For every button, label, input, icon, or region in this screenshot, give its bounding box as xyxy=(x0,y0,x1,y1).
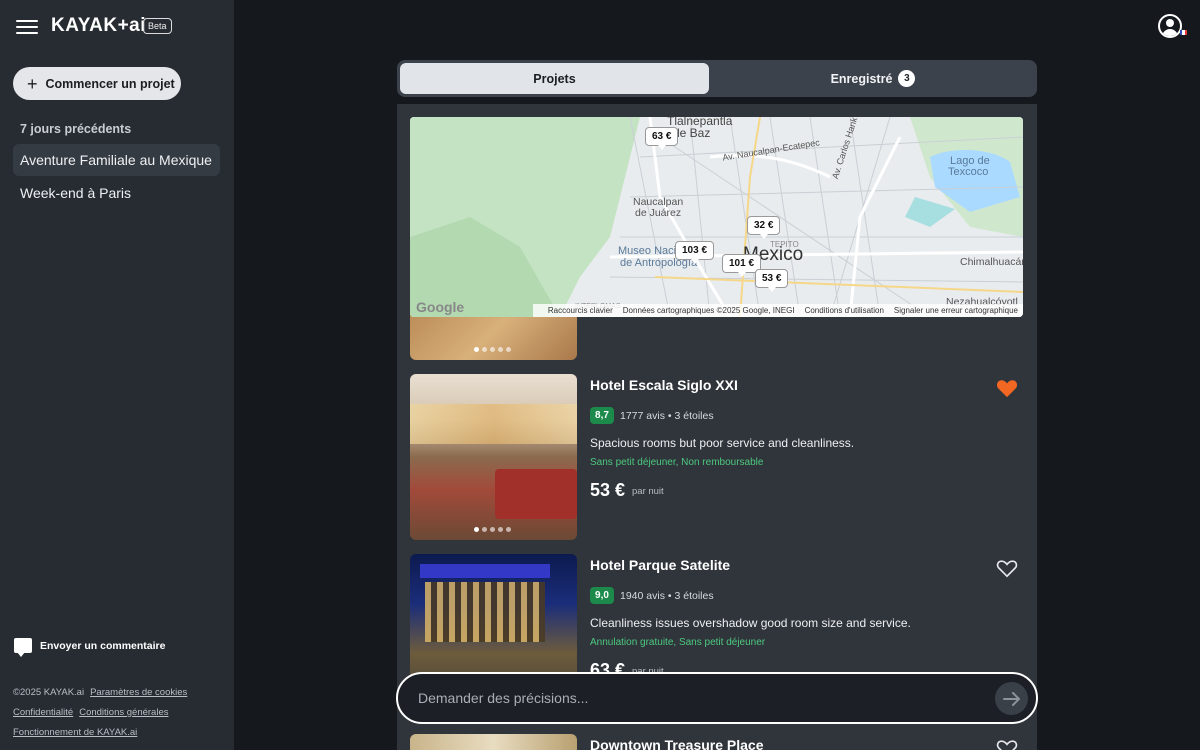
hotel-policy: Annulation gratuite, Sans petit déjeuner xyxy=(590,637,766,648)
history-section-label: 7 jours précédents xyxy=(20,122,132,136)
rating-badge: 9,0 xyxy=(590,587,614,604)
hotel-policy: Sans petit déjeuner, Non remboursable xyxy=(590,457,764,468)
report-error-link[interactable]: Signaler une erreur cartographique xyxy=(894,306,1018,315)
heart-outline-icon[interactable] xyxy=(996,558,1018,578)
map-label-texcoco: Texcoco xyxy=(948,166,989,178)
map-background xyxy=(410,117,1023,317)
plus-icon: + xyxy=(27,73,38,94)
keyboard-shortcuts-link[interactable]: Raccourcis clavier xyxy=(548,306,613,315)
map-attribution: Raccourcis clavier Données cartographiqu… xyxy=(532,304,1023,317)
hotel-description: Spacious rooms but poor service and clea… xyxy=(590,436,855,450)
google-logo: Google xyxy=(416,299,465,315)
project-item-mexico[interactable]: Aventure Familiale au Mexique xyxy=(13,144,220,176)
hotel-map[interactable]: Tlalnepantla de Baz Av. Naucalpan-Ecatep… xyxy=(410,117,1023,317)
comment-icon xyxy=(14,638,32,657)
french-flag-icon xyxy=(1180,30,1187,35)
map-label-tepito: TEPITO xyxy=(770,240,799,249)
hotel-photo[interactable] xyxy=(410,374,577,540)
hotel-description: Cleanliness issues overshadow good room … xyxy=(590,616,911,630)
saved-count-badge: 3 xyxy=(898,70,916,87)
hotel-price: 53 € xyxy=(590,480,626,500)
kayak-logo[interactable]: KAYAK+ai xyxy=(51,15,146,37)
map-pin-53[interactable]: 53 € xyxy=(755,269,789,292)
feedback-label: Envoyer un commentaire xyxy=(40,639,166,652)
price-unit: par nuit xyxy=(632,486,664,497)
menu-icon[interactable] xyxy=(16,17,38,37)
hotel-name[interactable]: Hotel Escala Siglo XXI xyxy=(590,377,738,393)
rating-badge: 8,7 xyxy=(590,407,614,424)
new-project-button[interactable]: + Commencer un projet xyxy=(13,67,181,100)
map-label-de-baz: de Baz xyxy=(673,126,711,140)
map-label-chimalhuacan: Chimalhuacán xyxy=(960,256,1023,268)
map-data-label: Données cartographiques ©2025 Google, IN… xyxy=(622,306,795,315)
tab-projects[interactable]: Projets xyxy=(400,63,709,94)
results-panel: Tlalnepantla de Baz Av. Naucalpan-Ecatep… xyxy=(397,104,1037,750)
star-rating: 3 étoiles xyxy=(674,410,714,422)
terms-link[interactable]: Conditions générales xyxy=(79,707,168,718)
feedback-button[interactable]: Envoyer un commentaire xyxy=(14,638,166,657)
results-tabs: Projets Enregistré 3 xyxy=(397,60,1037,97)
new-project-label: Commencer un projet xyxy=(45,76,175,91)
review-summary: 1940 avis • 3 étoiles xyxy=(620,590,714,602)
review-count: 1777 avis xyxy=(620,410,665,422)
beta-badge: Beta xyxy=(143,18,172,34)
tab-saved[interactable]: Enregistré 3 xyxy=(712,63,1034,94)
privacy-link[interactable]: Confidentialité xyxy=(13,707,73,718)
star-rating: 3 étoiles xyxy=(674,590,714,602)
heart-filled-icon[interactable] xyxy=(996,378,1018,398)
ask-bar xyxy=(396,672,1038,724)
cookie-settings-link[interactable]: Paramètres de cookies xyxy=(90,687,187,698)
review-summary: 1777 avis • 3 étoiles xyxy=(620,410,714,422)
map-pin-32[interactable]: 32 € xyxy=(747,216,781,239)
copyright: ©2025 KAYAK.ai xyxy=(13,687,85,698)
tab-saved-label: Enregistré xyxy=(830,71,893,86)
app-root: KAYAK+ai Beta + Commencer un projet 7 jo… xyxy=(0,0,1200,750)
hotel-photo[interactable] xyxy=(410,734,577,750)
heart-outline-icon[interactable] xyxy=(996,738,1018,750)
project-item-paris[interactable]: Week-end à Paris xyxy=(13,177,220,209)
send-arrow-icon[interactable] xyxy=(995,682,1028,715)
review-count: 1940 avis xyxy=(620,590,665,602)
map-terms-link[interactable]: Conditions d'utilisation xyxy=(805,306,884,315)
hotel-name[interactable]: Downtown Treasure Place xyxy=(590,737,764,750)
user-avatar-icon[interactable] xyxy=(1158,14,1182,38)
how-it-works-link[interactable]: Fonctionnement de KAYAK.ai xyxy=(13,727,137,738)
map-pin-103[interactable]: 103 € xyxy=(675,241,715,264)
hotel-name[interactable]: Hotel Parque Satelite xyxy=(590,557,730,573)
ask-input[interactable] xyxy=(418,687,978,709)
footer-links: ©2025 KAYAK.ai Paramètres de cookies Conf… xyxy=(13,683,223,743)
map-label-de-juarez: de Juárez xyxy=(635,207,682,219)
sidebar: KAYAK+ai Beta + Commencer un projet 7 jo… xyxy=(0,0,234,750)
map-pin-63[interactable]: 63 € xyxy=(645,127,679,150)
